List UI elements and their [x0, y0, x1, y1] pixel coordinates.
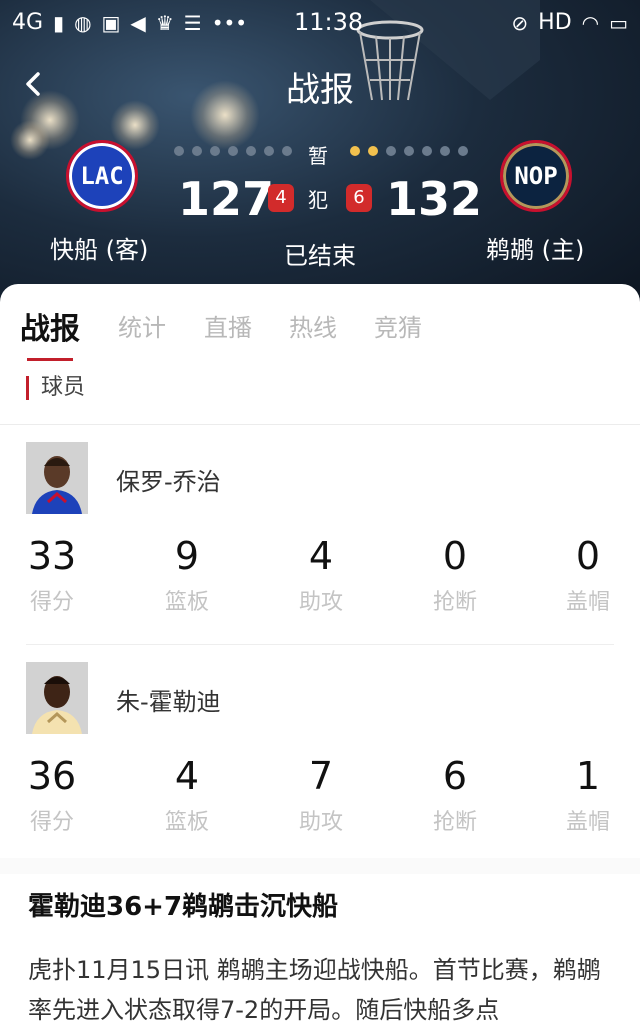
tab-stats[interactable]: 统计: [118, 308, 166, 343]
app-s-icon: ▣: [101, 10, 121, 35]
signal-icon: ▮: [53, 10, 65, 35]
player-divider: [26, 644, 614, 645]
away-team-logo[interactable]: LAC: [66, 140, 138, 212]
timeout-dot: [368, 146, 378, 156]
home-timeout-indicator: [350, 146, 468, 156]
timeout-dot: [228, 146, 238, 156]
hd-label: HD: [538, 10, 572, 35]
content-card: 战报 统计 直播 热线 竞猜 球员 保罗-乔治 33 得分 9 篮板 4 助攻 0 抢断…: [0, 284, 640, 1024]
stat-value: 0: [575, 534, 601, 578]
timeout-dot: [264, 146, 274, 156]
stat-label: 抢断: [432, 810, 477, 835]
stat-label: 篮板: [164, 810, 209, 835]
wifi-icon: ◠: [581, 10, 600, 35]
stat-label: 抢断: [432, 590, 477, 615]
section-gap: [0, 858, 640, 874]
stat-label: 得分: [29, 810, 74, 835]
timeout-dot: [192, 146, 202, 156]
player-avatar: [26, 662, 88, 734]
home-team-logo[interactable]: NOP: [500, 140, 572, 212]
stat-value: 9: [174, 534, 200, 578]
game-header-banner: 4G ▮ ◍ ▣ ◀ ♛ ☰ ••• 11:38 ⊘ HD ◠ ▭ 战报 LAC…: [0, 0, 640, 320]
speaker-icon: ◀: [130, 10, 146, 35]
stat-value: 33: [27, 534, 77, 578]
away-fouls-badge: 4: [268, 184, 294, 212]
page-title: 战报: [286, 70, 354, 110]
stat-value: 6: [442, 754, 468, 798]
stat-label: 助攻: [298, 810, 343, 835]
fouls-label: 犯: [308, 188, 328, 212]
tab-quiz[interactable]: 竞猜: [374, 308, 422, 343]
stat-value: 4: [174, 754, 200, 798]
away-score: 127: [178, 172, 275, 226]
status-bar: 4G ▮ ◍ ▣ ◀ ♛ ☰ ••• 11:38 ⊘ HD ◠ ▭: [0, 0, 640, 44]
stat-value: 0: [442, 534, 468, 578]
stat-label: 助攻: [298, 590, 343, 615]
clock: 11:38: [294, 8, 364, 36]
more-icon: •••: [211, 10, 248, 35]
stat-label: 得分: [29, 590, 74, 615]
timeout-dot: [246, 146, 256, 156]
stat-assists: 7 助攻: [281, 754, 361, 836]
timeout-label: 暂: [308, 144, 328, 168]
stat-label: 盖帽: [565, 590, 610, 615]
stat-blocks: 0 盖帽: [548, 534, 628, 616]
article-body: 虎扑11月15日讯 鹈鹕主场迎战快船。首节比赛，鹈鹕率先进入状态取得7-2的开局…: [28, 956, 601, 1024]
stat-points: 33 得分: [12, 534, 92, 616]
timeout-dot: [350, 146, 360, 156]
player-avatar: [26, 442, 88, 514]
stat-value: 7: [308, 754, 334, 798]
away-team-abbr: LAC: [80, 162, 124, 190]
stat-assists: 4 助攻: [281, 534, 361, 616]
timeout-dot: [174, 146, 184, 156]
tab-bar: 战报 统计 直播 热线 竞猜: [0, 284, 640, 364]
data-icon: ☰: [183, 10, 202, 35]
timeout-dot: [386, 146, 396, 156]
away-timeout-indicator: [174, 146, 292, 156]
stat-label: 篮板: [164, 590, 209, 615]
timeout-dot: [282, 146, 292, 156]
globe-icon: ◍: [74, 10, 92, 35]
stat-blocks: 1 盖帽: [548, 754, 628, 836]
crown-icon: ♛: [155, 10, 174, 35]
tab-live[interactable]: 直播: [204, 308, 252, 343]
stat-rebounds: 9 篮板: [147, 534, 227, 616]
battery-icon: ▭: [609, 10, 628, 35]
stat-value: 36: [27, 754, 77, 798]
network-label: 4G: [12, 10, 44, 35]
tab-report[interactable]: 战报: [20, 304, 80, 348]
stat-points: 36 得分: [12, 754, 92, 836]
stat-value: 4: [308, 534, 334, 578]
article-headline[interactable]: 霍勒迪36+7鹈鹕击沉快船: [28, 886, 338, 923]
player-name: 保罗-乔治: [116, 468, 221, 496]
timeout-dot: [440, 146, 450, 156]
stat-steals: 0 抢断: [415, 534, 495, 616]
home-team-name: 鹈鹕 (主): [486, 236, 585, 264]
mute-icon: ⊘: [511, 10, 529, 35]
section-title-players: 球员: [26, 376, 85, 400]
home-score: 132: [386, 172, 483, 226]
stat-rebounds: 4 篮板: [147, 754, 227, 836]
home-team-abbr: NOP: [514, 162, 558, 190]
player-name: 朱-霍勒迪: [116, 688, 221, 716]
active-tab-indicator: [27, 358, 73, 361]
timeout-dot: [458, 146, 468, 156]
home-fouls-badge: 6: [346, 184, 372, 212]
timeout-dot: [404, 146, 414, 156]
timeout-dot: [210, 146, 220, 156]
section-divider: [0, 424, 640, 425]
stat-value: 1: [575, 754, 601, 798]
stat-steals: 6 抢断: [415, 754, 495, 836]
timeout-dot: [422, 146, 432, 156]
tab-hotline[interactable]: 热线: [289, 308, 337, 343]
stat-label: 盖帽: [565, 810, 610, 835]
